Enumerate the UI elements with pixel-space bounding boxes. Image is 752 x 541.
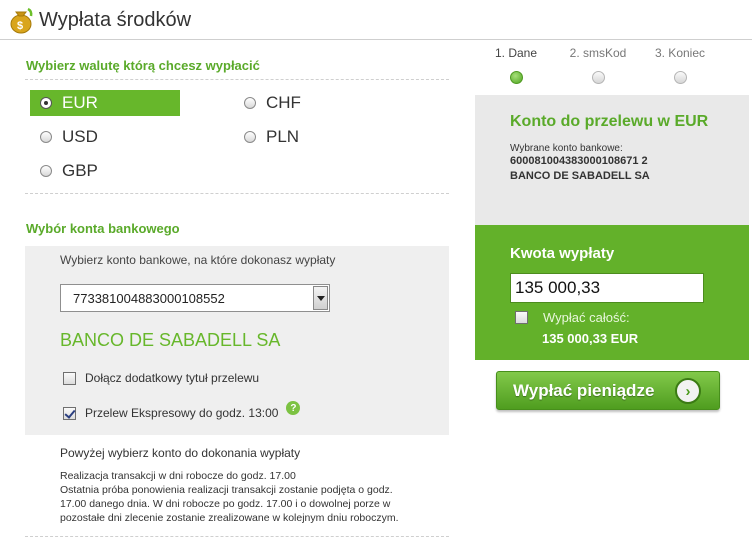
amount-title: Kwota wypłaty (510, 245, 615, 262)
express-transfer-option[interactable]: Przelew Ekspresowy do godz. 13:00 ? (63, 401, 301, 420)
radio-icon[interactable] (40, 131, 52, 143)
chosen-account-label: Wybrane konto bankowe: (510, 143, 623, 154)
help-icon[interactable]: ? (286, 401, 301, 415)
amount-input[interactable] (510, 273, 704, 303)
info-line: Ostatnia próba ponowienia realizacji tra… (60, 484, 393, 496)
extra-title-label: Dołącz dodatkowy tytuł przelewu (85, 371, 260, 385)
account-number: 600081004383000108671 2 (510, 155, 648, 167)
currency-option-usd[interactable]: USD (30, 124, 180, 150)
svg-text:$: $ (17, 20, 23, 32)
divider (25, 536, 449, 537)
step-koniec: 3. Koniec (635, 46, 725, 84)
radio-icon[interactable] (40, 165, 52, 177)
currency-option-chf[interactable]: CHF (234, 90, 384, 116)
info-line: 17.00 danego dnia. W dni robocze po godz… (60, 498, 391, 510)
bank-account-select[interactable]: 773381004883000108552 (60, 284, 330, 312)
step-label: 1. Dane (494, 46, 538, 60)
bank-name: BANCO DE SABADELL SA (60, 330, 281, 350)
extra-title-option[interactable]: Dołącz dodatkowy tytuł przelewu (63, 371, 259, 385)
radio-icon[interactable] (244, 131, 256, 143)
express-label: Przelew Ekspresowy do godz. 13:00 (85, 406, 279, 420)
info-line: Realizacja transakcji w dni robocze do g… (60, 470, 296, 482)
arrow-right-icon: › (675, 378, 701, 404)
withdraw-all-total: 135 000,33 EUR (542, 331, 639, 346)
checkbox-icon[interactable] (515, 311, 528, 324)
bank-account-box: Wybierz konto bankowe, na które dokonasz… (25, 246, 449, 435)
step-active-icon (509, 71, 523, 84)
currency-option-gbp[interactable]: GBP (30, 158, 180, 184)
withdraw-all-label: Wypłać całość: (543, 310, 630, 325)
currency-option-pln[interactable]: PLN (234, 124, 384, 150)
account-panel-title: Konto do przelewu w EUR (510, 113, 709, 130)
step-inactive-icon (673, 71, 687, 84)
step-label: 3. Koniec (654, 46, 706, 60)
withdraw-button-label: Wypłać pieniądze (513, 381, 655, 400)
select-value: 773381004883000108552 (73, 291, 225, 306)
divider (25, 193, 449, 194)
progress-steps: 1. Dane 2. smsKod 3. Koniec (475, 46, 750, 92)
currency-option-eur[interactable]: EUR (30, 90, 180, 116)
currency-label: PLN (266, 127, 300, 146)
checkbox-icon[interactable] (63, 371, 76, 385)
step-dane: 1. Dane (471, 46, 561, 84)
account-summary-panel: Konto do przelewu w EUR Wybrane konto ba… (475, 95, 749, 225)
account-bank-name: BANCO DE SABADELL SA (510, 170, 650, 182)
step-inactive-icon (591, 71, 605, 84)
radio-selected-icon[interactable] (40, 97, 52, 109)
checkbox-checked-icon[interactable] (63, 406, 76, 420)
info-line: pozostałe dni zlecenie zostanie zrealizo… (60, 512, 399, 524)
processing-info: Realizacja transakcji w dni robocze do g… (60, 469, 440, 525)
currency-section-title: Wybierz walutę którą chcesz wypłacić (26, 58, 260, 73)
chevron-down-icon[interactable] (313, 286, 328, 310)
withdraw-money-button[interactable]: Wypłać pieniądze › (496, 371, 720, 410)
page-title: Wypłata środków (39, 9, 192, 31)
currency-label: CHF (266, 93, 301, 112)
bank-hint: Wybierz konto bankowe, na które dokonasz… (60, 253, 336, 267)
currency-label: USD (62, 127, 98, 146)
account-note: Powyżej wybierz konto do dokonania wypła… (60, 446, 301, 460)
step-label: 2. smsKod (569, 46, 627, 60)
money-bag-icon: $ (10, 7, 33, 34)
step-smskod: 2. smsKod (553, 46, 643, 84)
withdraw-all-option[interactable]: Wypłać całość: (515, 310, 630, 325)
header: $ Wypłata środków (0, 0, 752, 40)
divider (25, 79, 449, 80)
amount-panel: Kwota wypłaty Wypłać całość: 135 000,33 … (475, 225, 749, 360)
radio-icon[interactable] (244, 97, 256, 109)
bank-section-title: Wybór konta bankowego (26, 221, 180, 236)
currency-label: EUR (62, 93, 98, 112)
currency-label: GBP (62, 161, 98, 180)
